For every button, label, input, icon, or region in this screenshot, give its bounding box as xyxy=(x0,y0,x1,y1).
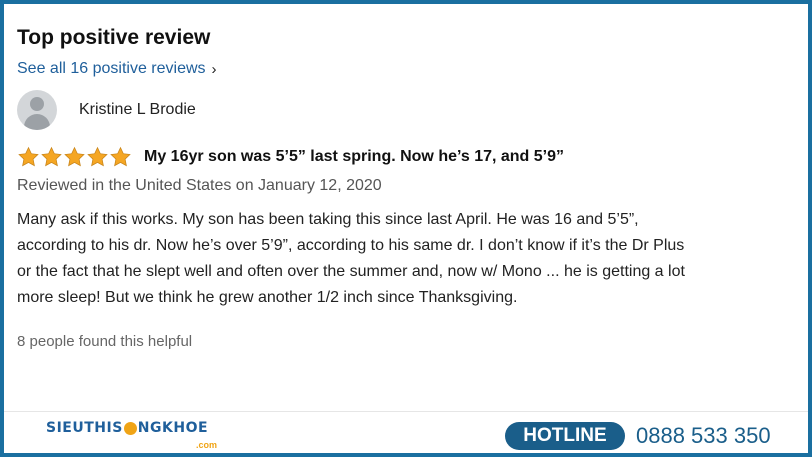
see-all-positive-reviews-link[interactable]: See all 16 positive reviews › xyxy=(17,60,797,78)
chevron-right-icon: › xyxy=(211,60,217,78)
reviewer-row: Kristine L Brodie xyxy=(17,90,797,130)
review-body: Many ask if this works. My son has been … xyxy=(17,211,685,306)
see-all-label[interactable]: See all 16 positive reviews xyxy=(17,60,206,78)
logo-text-right: NGKHOE xyxy=(137,420,209,436)
star-icon xyxy=(18,146,39,167)
star-icon xyxy=(64,146,85,167)
review-title[interactable]: My 16yr son was 5’5” last spring. Now he… xyxy=(144,148,564,166)
avatar-body-shape xyxy=(24,114,50,130)
screenshot-frame: Top positive review See all 16 positive … xyxy=(4,4,808,453)
star-rating[interactable] xyxy=(17,146,132,168)
review-title-row: My 16yr son was 5’5” last spring. Now he… xyxy=(17,146,797,168)
sun-icon xyxy=(123,421,137,435)
helpful-count: 8 people found this helpful xyxy=(17,333,193,350)
hotline-badge: HOTLINE xyxy=(505,422,625,450)
star-icon xyxy=(87,146,108,167)
logo-domain: .com xyxy=(196,440,218,450)
reviewer-name[interactable]: Kristine L Brodie xyxy=(79,101,196,119)
avatar-head-shape xyxy=(30,97,44,111)
section-heading: Top positive review xyxy=(17,26,211,49)
logo-text-left: SIEUTHIS xyxy=(46,420,123,436)
site-logo: SIEUTHIS NGKHOE xyxy=(46,420,208,436)
review-card: Top positive review See all 16 positive … xyxy=(17,26,797,350)
star-icon xyxy=(110,146,131,167)
star-icon xyxy=(41,146,62,167)
review-date: Reviewed in the United States on January… xyxy=(17,177,382,194)
footer-banner: SIEUTHIS NGKHOE .com HOTLINE 0888 533 35… xyxy=(4,411,808,453)
hotline-number: 0888 533 350 xyxy=(636,423,771,448)
avatar[interactable] xyxy=(17,90,57,130)
